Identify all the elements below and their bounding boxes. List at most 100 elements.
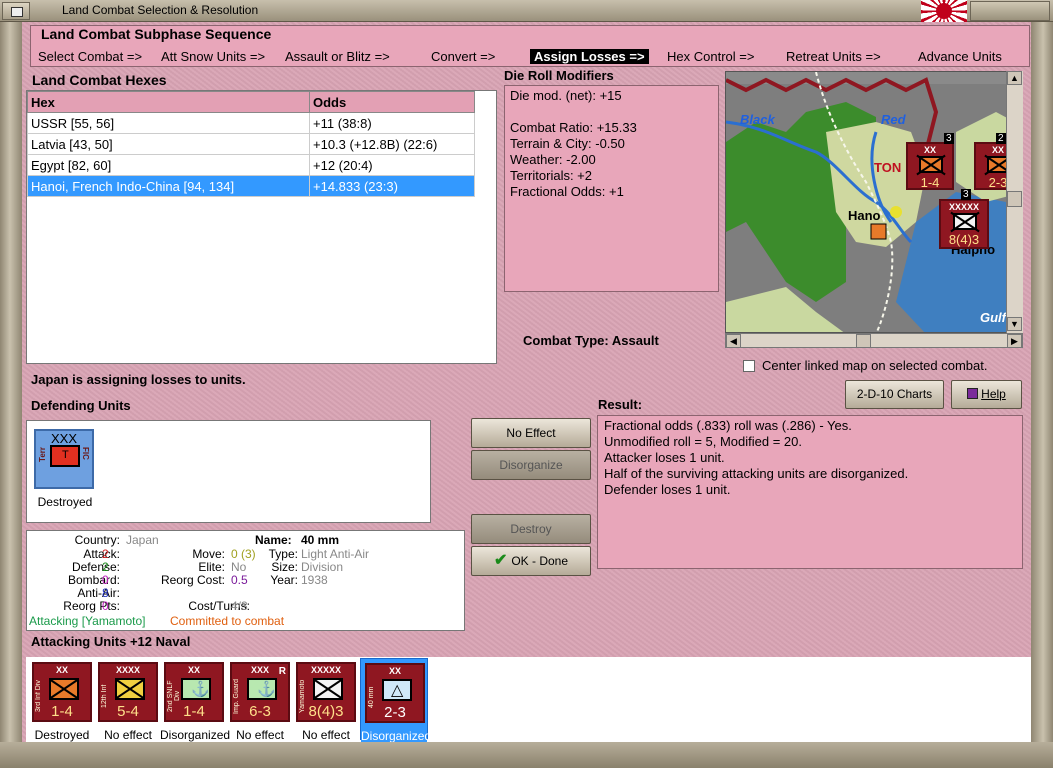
size-value: Division	[301, 560, 344, 574]
counter-2nd-snlf-div: XX 2nd SNLF Div ⚓ 1-4	[164, 662, 224, 722]
bombard-value: 0	[102, 573, 109, 587]
stack-count: 3	[961, 189, 971, 200]
unit-caption: No effect	[236, 728, 284, 742]
no-effect-button[interactable]: No Effect	[471, 418, 591, 448]
infantry-icon	[919, 156, 943, 173]
map-counter-yamamoto[interactable]: XXXXX 8(4)3 3	[939, 189, 989, 249]
counter-size: XX	[187, 665, 200, 675]
counter-imp-guard: XXX Imp. Guard ⚓ 6-3 R	[230, 662, 290, 722]
window-controls[interactable]	[970, 1, 1050, 21]
odds-cell: +10.3 (+12.8B) (22:6)	[309, 133, 475, 155]
column-hex[interactable]: Hex	[27, 91, 310, 113]
scroll-thumb[interactable]	[1007, 191, 1022, 207]
checkmark-icon: ✔	[493, 552, 508, 569]
linked-map[interactable]: Black Red TON Hano Haipho Gulf XX 1-4 3 …	[725, 71, 1023, 333]
counter-12th-inf: XXXX 12th Inf 5-4	[98, 662, 158, 722]
map-counter-3rd-inf[interactable]: XX 1-4 3	[906, 133, 954, 190]
table-row-selected[interactable]: Hanoi, French Indo-China [94, 134] +14.83…	[27, 175, 475, 197]
column-odds[interactable]: Odds	[309, 91, 475, 113]
infantry-icon	[115, 678, 145, 700]
scroll-thumb[interactable]	[856, 334, 871, 348]
help-button[interactable]: Help	[951, 380, 1022, 409]
table-row[interactable]: Egypt [82, 60] +12 (20:4)	[27, 154, 475, 176]
map-label-red: Red	[881, 112, 906, 127]
bottom-frame	[0, 742, 1053, 768]
elite-value: No	[231, 560, 247, 574]
scroll-left-icon[interactable]: ◀	[726, 334, 741, 348]
territorial-icon: T	[50, 445, 80, 467]
modifier-line: Combat Ratio: +15.33	[510, 120, 637, 135]
unit-caption: Disorganized	[160, 728, 231, 742]
step-assault-or-blitz: Assault or Blitz =>	[285, 49, 390, 64]
year-value: 1938	[301, 573, 328, 587]
disorganize-button[interactable]: Disorganize	[471, 450, 591, 480]
combat-type-value: Assault	[611, 333, 659, 348]
unit-caption: Destroyed	[37, 495, 93, 509]
counter-size: XX	[388, 666, 401, 676]
help-book-icon	[967, 388, 979, 399]
result-panel: Fractional odds (.833) roll was (.286) -…	[597, 415, 1023, 569]
defending-units-panel: XXX T Terr FIC 3-2 Destroyed	[26, 420, 431, 523]
type-label: Type:	[268, 547, 298, 561]
step-convert: Convert =>	[431, 49, 496, 64]
scroll-down-icon[interactable]: ▼	[1007, 317, 1022, 331]
table-row[interactable]: Latvia [43, 50] +10.3 (+12.8B) (22:6)	[27, 133, 475, 155]
counter-value: 5-4	[117, 703, 139, 720]
size-label: Size:	[271, 560, 298, 574]
counter-fic: XXX T Terr FIC 3-2	[34, 429, 94, 489]
map-horizontal-scrollbar[interactable]: ◀ ▶	[725, 333, 1023, 348]
counter-value: 8(4)3	[948, 232, 980, 247]
country-label: Country:	[74, 533, 120, 547]
combat-hexes-list[interactable]: Hex Odds USSR [55, 56] +11 (38:8) Latvia […	[26, 90, 497, 364]
hex-cell: USSR [55, 56]	[27, 112, 310, 134]
scroll-right-icon[interactable]: ▶	[1007, 334, 1022, 348]
stack-count: 2	[996, 133, 1006, 144]
result-line: Defender loses 1 unit.	[604, 482, 731, 497]
name-label: Name:	[255, 533, 292, 547]
odds-cell: +14.833 (23:3)	[309, 175, 475, 197]
right-frame	[1031, 22, 1053, 768]
modifier-line: Territorials: +2	[510, 168, 592, 183]
counter-40mm: XX 40 mm △ 2-3	[365, 663, 425, 723]
defense-value: 2	[102, 560, 109, 574]
step-att-snow-units: Att Snow Units =>	[161, 49, 266, 64]
subphase-sequence: Land Combat Subphase Sequence Select Com…	[30, 25, 1030, 67]
counter-size: XXXX	[115, 665, 140, 675]
step-retreat-units: Retreat Units =>	[786, 49, 881, 64]
step-hex-control: Hex Control =>	[667, 49, 755, 64]
map-vertical-scrollbar[interactable]: ▲ ▼	[1006, 71, 1023, 333]
combat-type-label: Combat Type:	[523, 333, 609, 348]
reorg-cost-label: Reorg Cost:	[160, 573, 225, 587]
scroll-up-icon[interactable]: ▲	[1007, 71, 1022, 85]
table-row[interactable]: USSR [55, 56] +11 (38:8)	[27, 112, 475, 134]
result-line: Unmodified roll = 5, Modified = 20.	[604, 434, 802, 449]
center-map-checkbox[interactable]	[743, 360, 755, 372]
step-advance-units: Advance Units	[918, 49, 1002, 64]
map-label-ton: TON	[874, 160, 902, 175]
move-value: 0 (3)	[231, 547, 256, 561]
reserve-badge: R	[278, 666, 286, 677]
ok-done-label: OK - Done	[511, 554, 569, 568]
reorgpts-label: Reorg Pts:	[63, 599, 120, 613]
counter-size: XXXXX	[948, 202, 979, 212]
center-map-option[interactable]: Center linked map on selected combat.	[743, 358, 987, 373]
window-menu-icon[interactable]	[2, 2, 30, 20]
anchor-icon: ⚓	[247, 678, 277, 700]
counter-value: 1-4	[183, 703, 205, 720]
stack-count: 3	[944, 133, 954, 144]
modifier-spacer	[510, 104, 713, 120]
elite-label: Elite:	[198, 560, 225, 574]
result-line: Attacker loses 1 unit.	[604, 450, 725, 465]
charts-button[interactable]: 2-D-10 Charts	[845, 380, 944, 409]
committed-status: Committed to combat	[170, 614, 285, 628]
infantry-icon	[49, 678, 79, 700]
destroy-button[interactable]: Destroy	[471, 514, 591, 544]
counter-size: XX	[923, 145, 936, 155]
ok-done-button[interactable]: ✔ OK - Done	[471, 546, 591, 576]
attacking-unit-selected[interactable]: XX 40 mm △ 2-3 Disorganized	[360, 658, 431, 743]
window-title: Land Combat Selection & Resolution	[62, 3, 259, 17]
country-value: Japan	[126, 533, 159, 547]
title-bar[interactable]: Land Combat Selection & Resolution	[0, 0, 1053, 22]
help-label: Help	[981, 387, 1006, 401]
map-label-black: Black	[740, 112, 775, 127]
